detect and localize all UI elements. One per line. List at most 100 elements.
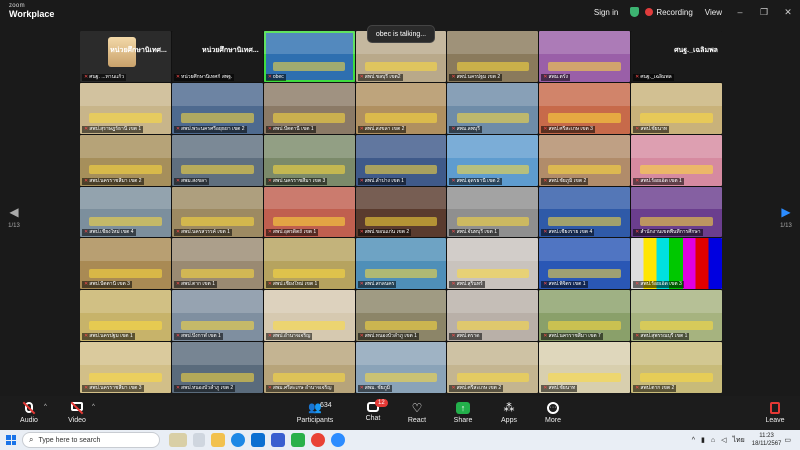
participant-tile[interactable]: ✕สพป.นครปฐม เขต 1 [80, 290, 171, 342]
participant-tile[interactable]: ✕สพป.ศรีสะเกษ เขต 3 [539, 82, 631, 134]
participant-tile[interactable]: ✕สพม.สงขลา [171, 134, 263, 186]
participant-tile[interactable]: ✕สพม. ชัยภูมิ [355, 342, 447, 393]
start-button[interactable] [0, 430, 22, 450]
participant-name-label: ✕สพป.ปัตตานี เขต 1 [265, 125, 316, 133]
participant-tile[interactable]: ✕สพป.นครสวรรค์ เขต 1 [171, 186, 263, 238]
participant-tile[interactable]: ✕สพม.ศรีสะเกษ อำนาจเจริญ [263, 342, 355, 393]
participant-tile[interactable]: ✕สพป.นครปฐม เขต 2 [447, 31, 539, 82]
notifications-icon[interactable]: ▭ [784, 436, 791, 444]
participant-name-label: ✕หน่วยศึกษานิเทศก์ สพฐ. [173, 73, 235, 81]
share-button[interactable]: ↑ Share [438, 402, 488, 424]
participant-tile[interactable]: ✕สพป.นครราชสีมา เขต 2 [80, 134, 171, 186]
video-caret-icon[interactable]: ^ [92, 404, 95, 410]
participant-tile[interactable]: ✕สพม.ตรัง [539, 31, 631, 82]
battery-icon[interactable]: ▮ [701, 436, 705, 444]
more-button[interactable]: ··· More [528, 402, 578, 424]
participant-tile[interactable]: ✕สพป.พิจิตร เขต 1 [539, 238, 631, 290]
line-app-icon[interactable] [291, 433, 305, 447]
participant-name: สพป.ศรีสะเกษ เขต 2 [456, 385, 502, 391]
task-view-icon[interactable] [193, 433, 205, 447]
participant-tile[interactable]: ✕สพป.นครราชสีมา เขต 7 [539, 290, 631, 342]
video-background [80, 186, 171, 210]
participant-tile[interactable]: ✕สพป.เชียงใหม่ เขต 1 [263, 238, 355, 290]
participant-tile[interactable]: ✕สพป.ตราด [447, 290, 539, 342]
participant-tile[interactable]: ✕สพป.ปัตตานี เขต 1 [263, 82, 355, 134]
participant-tile[interactable]: ✕สพป.พระนครศรีอยุธยา เขต 2 [171, 82, 263, 134]
participant-tile[interactable]: ศนฐ._เฉลิมพล ✕ศนฐ._เฉลิมพล [631, 31, 722, 82]
participant-name-label: ✕สพป.ลำปาง เขต 1 [357, 177, 406, 185]
leave-button[interactable]: Leave [750, 402, 800, 424]
participant-tile[interactable]: ✕สพป.สุราษฎร์ธานี เขต 1 [80, 82, 171, 134]
video-button[interactable]: Video ^ [52, 402, 102, 424]
participant-tile[interactable]: ✕สพป.นครราชสีมา เขต 3 [80, 342, 171, 393]
zoom-taskbar-icon[interactable] [331, 433, 345, 447]
video-background [447, 31, 539, 54]
minimize-icon[interactable]: – [728, 7, 752, 17]
windows-logo-icon [6, 435, 16, 445]
participant-tile[interactable]: ✕สำนักงานเขตพื้นที่การศึกษา [631, 186, 722, 238]
participant-tile[interactable]: ✕สพป.หนองบัวลำภู เขต 2 [171, 342, 263, 393]
participant-tile[interactable]: ✕สพป.ปัตตานี เขต 3 [80, 238, 171, 290]
participant-tile[interactable]: ✕สพป.ร้อยเอ็ด เขต 1 [631, 134, 722, 186]
view-button[interactable]: View [705, 8, 722, 17]
participant-tile[interactable]: ✕สพป.ตาก เขต 1 [171, 238, 263, 290]
participant-tile[interactable]: ✕สพป.ชัยนาท [539, 342, 631, 393]
weather-widget-icon[interactable] [169, 433, 187, 447]
participant-tile[interactable]: ✕สพป.ชัยภูมิ เขต 2 [539, 134, 631, 186]
participant-tile[interactable]: ✕สพป.บึงกาฬ เขต 1 [171, 290, 263, 342]
participant-tile[interactable]: ✕สพป.หนองบัวลำภู เขต 1 [355, 290, 447, 342]
sign-in-link[interactable]: Sign in [594, 8, 618, 17]
chevron-up-icon[interactable]: ^ [692, 437, 695, 444]
participant-tile[interactable]: ✕สพป.ลำปาง เขต 1 [355, 134, 447, 186]
participant-tile[interactable]: ✕สพป.สุพรรณบุรี เขต 1 [631, 290, 722, 342]
participant-tile[interactable]: ✕สพป.ขอนแก่น เขต 2 [355, 186, 447, 238]
prev-page-button[interactable]: ◀ 1/13 [4, 205, 24, 229]
language-indicator[interactable]: ไทย [733, 435, 745, 446]
participant-tile[interactable]: ✕สพป.เชียงราย เขต 4 [539, 186, 631, 238]
taskbar-search-input[interactable]: ⌕ Type here to search [22, 432, 160, 448]
participant-tile[interactable]: ✕สพป.เชียงใหม่ เขต 4 [80, 186, 171, 238]
security-shield-icon[interactable] [630, 7, 640, 17]
participant-tile[interactable]: ✕สพป.นครราชสีมา เขต 3 [263, 134, 355, 186]
apps-button[interactable]: ⁂ Apps [484, 402, 534, 424]
file-explorer-icon[interactable] [211, 433, 225, 447]
participant-tile[interactable]: ✕สพป.ร้อยเอ็ด เขต 3 [631, 238, 722, 290]
participant-tile[interactable]: ✕สพป.ตาก เขต 2 [631, 342, 722, 393]
restore-icon[interactable]: ❐ [752, 7, 776, 18]
recording-label[interactable]: Recording [656, 8, 692, 17]
prev-page-number: 1/13 [8, 223, 20, 229]
chat-button[interactable]: 12 Chat [348, 399, 398, 422]
clock[interactable]: 11:23 18/11/2567 [752, 432, 782, 448]
participant-tile[interactable]: ✕สพป.อุตรดิตถ์ เขต 1 [263, 186, 355, 238]
close-icon[interactable]: ✕ [776, 7, 800, 18]
store-icon[interactable] [271, 433, 285, 447]
participant-tile[interactable]: ✕สพป.ชัยนาท [631, 82, 722, 134]
participant-tile[interactable]: หน่วยศึกษานิเทศ... ✕ศนฐ. ...ทานแก้ว [80, 31, 171, 82]
participants-button[interactable]: 👥 634 Participants [290, 402, 340, 424]
chrome-icon[interactable] [311, 433, 325, 447]
participant-tile[interactable]: ✕obec [263, 31, 355, 82]
video-background [171, 134, 263, 158]
mail-icon[interactable] [251, 433, 265, 447]
participant-name-label: ✕สพป.ชลบุรี เขต2 [357, 73, 403, 81]
participant-tile[interactable]: ✕สพป.จันทบุรี เขต 1 [447, 186, 539, 238]
next-page-button[interactable]: ▶ 1/13 [776, 205, 796, 229]
participant-tile[interactable]: ✕สพป.ศรีสะเกษ เขต 2 [447, 342, 539, 393]
mic-muted-icon: ✕ [543, 281, 548, 288]
participant-tile[interactable]: ✕สพป.สุรินทร์ [447, 238, 539, 290]
edge-browser-icon[interactable] [231, 433, 245, 447]
participant-tile[interactable]: ✕สพป.อุดรธานี เขต 2 [447, 134, 539, 186]
audio-caret-icon[interactable]: ^ [44, 404, 47, 410]
participant-tile[interactable]: หน่วยศึกษานิเทศ... ✕หน่วยศึกษานิเทศก์ สพฐ… [171, 31, 263, 82]
video-background [171, 186, 263, 210]
audio-button[interactable]: Audio ^ [4, 402, 54, 424]
react-button[interactable]: ♡ React [392, 402, 442, 424]
volume-icon[interactable]: ◁ [721, 436, 726, 444]
participant-tile[interactable]: ✕สพป.อำนาจเจริญ [263, 290, 355, 342]
video-background [539, 134, 631, 158]
participant-tile[interactable]: ✕สพป.สงขลา เขต 2 [355, 82, 447, 134]
network-icon[interactable]: ⌂ [711, 437, 715, 444]
participant-tile[interactable]: ✕สพป.สกลนคร [355, 238, 447, 290]
participant-tile[interactable]: ✕สพม.ลพบุรี [447, 82, 539, 134]
video-people-row [548, 372, 622, 382]
